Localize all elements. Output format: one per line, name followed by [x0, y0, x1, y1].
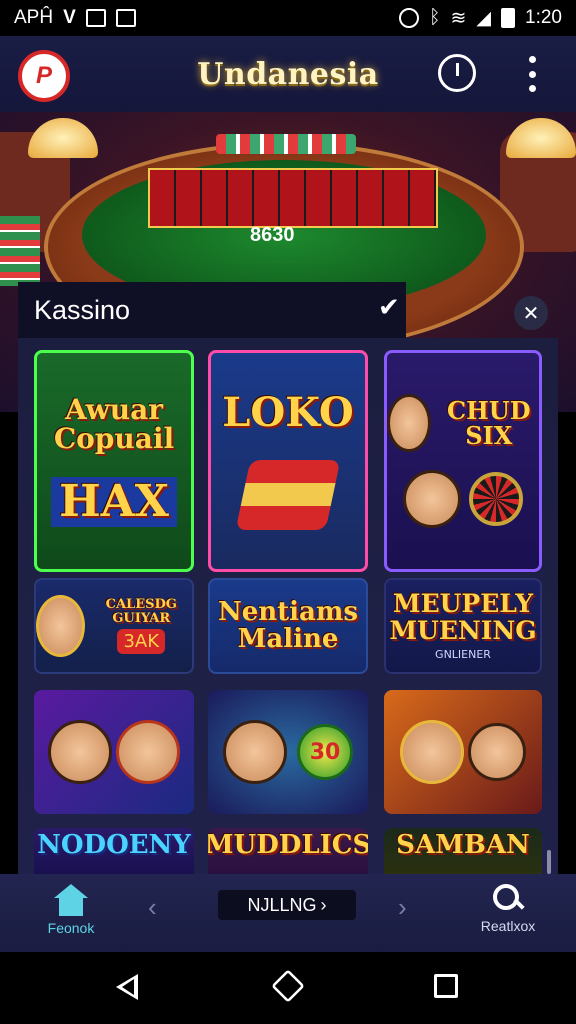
character-image — [36, 595, 85, 657]
game-title: SAMBAN — [396, 830, 530, 860]
status-right: ᛒ ≋ ◢ 1:20 — [399, 7, 562, 30]
character-image — [387, 394, 431, 452]
character-image — [116, 720, 180, 784]
system-nav — [0, 952, 576, 1024]
more-icon[interactable] — [520, 56, 544, 92]
panel-title: Kassino — [34, 294, 131, 325]
roulette-wheel-icon — [469, 472, 523, 526]
coin-badge: 30 — [297, 724, 353, 780]
flag-icon — [235, 460, 341, 530]
v-logo-icon: V — [63, 7, 76, 28]
game-art — [403, 470, 523, 528]
search-icon — [493, 884, 523, 914]
nav-search[interactable]: Reatlxox — [470, 884, 546, 944]
bottom-nav: Feonok ‹ NJLLNG › › Reatlxox — [0, 874, 576, 952]
close-icon[interactable]: ✕ — [514, 296, 548, 330]
game-title: LOKO — [222, 389, 354, 436]
game-tile[interactable]: CALESDG GUIYAR 3AK — [34, 578, 194, 674]
nav-search-label: Reatlxox — [480, 918, 536, 934]
game-title: MUDDLICS — [208, 830, 368, 860]
game-header: CHUD SIX — [387, 394, 539, 452]
game-badge: 3AK — [117, 629, 166, 655]
character-image — [48, 720, 112, 784]
chevron-right-icon[interactable]: › — [398, 892, 407, 923]
clock-time: 1:20 — [525, 7, 562, 28]
game-tile[interactable] — [384, 690, 542, 814]
game-tile[interactable]: MUDDLICS — [208, 828, 368, 874]
game-tile[interactable]: CHUD SIX — [384, 350, 542, 572]
character-image — [400, 720, 464, 784]
app-header: P Undanesia — [0, 36, 576, 112]
status-left: APĤ V — [14, 7, 136, 29]
home-button-icon[interactable] — [271, 969, 305, 1003]
game-title: Awuar Copuail — [53, 392, 175, 455]
chevron-left-icon[interactable]: ‹ — [148, 892, 157, 923]
carrier-text: APĤ — [14, 7, 54, 28]
game-tile[interactable]: 30 — [208, 690, 368, 814]
nav-pill-label: NJLLNG — [247, 894, 317, 915]
game-tile[interactable]: LOKO — [208, 350, 368, 572]
character-image — [223, 720, 287, 784]
chip-stack-left — [0, 216, 40, 286]
home-icon — [52, 884, 90, 916]
wifi-icon: ≋ — [450, 7, 467, 29]
logo-text: P — [35, 62, 52, 89]
game-tile[interactable]: Nentiams Maline — [208, 578, 368, 674]
character-image — [403, 470, 461, 528]
category-panel-header[interactable]: Kassino — [18, 282, 406, 338]
chip-stack — [216, 134, 356, 154]
lamp-image — [506, 118, 576, 158]
back-icon[interactable] — [116, 974, 138, 1000]
scrollbar[interactable] — [547, 850, 551, 874]
game-title: CALESDG GUIYAR — [105, 596, 177, 626]
game-title: MEUPELY MUENING — [389, 589, 537, 645]
character-image — [468, 723, 526, 781]
app-logo[interactable]: P — [18, 50, 70, 102]
game-title: CHUD SIX — [447, 395, 531, 450]
game-title: NODOENY — [37, 830, 191, 860]
game-tile[interactable]: MEUPELY MUENING GNLIENER — [384, 578, 542, 674]
nav-home[interactable]: Feonok — [36, 884, 106, 944]
bluetooth-icon: ᛒ — [429, 7, 441, 28]
status-bar: APĤ V ᛒ ≋ ◢ 1:20 — [0, 0, 576, 36]
lamp-image — [28, 118, 98, 158]
app-title: Undanesia — [197, 56, 379, 92]
chevron-right-icon: › — [320, 894, 327, 915]
recents-icon[interactable] — [434, 974, 458, 998]
table-number: 8630 — [250, 224, 295, 246]
game-tile[interactable] — [34, 690, 194, 814]
nav-pill[interactable]: NJLLNG › — [218, 890, 356, 920]
compass-icon[interactable] — [438, 54, 476, 92]
game-subtitle: GNLIENER — [435, 647, 491, 661]
game-tile[interactable]: NODOENY — [34, 828, 194, 874]
battery-icon — [501, 8, 516, 28]
alarm-icon — [399, 8, 420, 28]
signal-icon: ◢ — [476, 7, 492, 29]
game-tile[interactable]: SAMBAN — [384, 828, 542, 874]
image-icon — [85, 9, 106, 27]
game-tile[interactable]: Awuar Copuail HAX — [34, 350, 194, 572]
game-subtitle: HAX — [51, 477, 177, 528]
game-title: Nentiams Maline — [217, 596, 359, 654]
nav-home-label: Feonok — [47, 920, 95, 936]
betting-grid — [148, 168, 438, 228]
screenshot-icon — [115, 9, 136, 27]
check-icon[interactable] — [378, 292, 406, 324]
